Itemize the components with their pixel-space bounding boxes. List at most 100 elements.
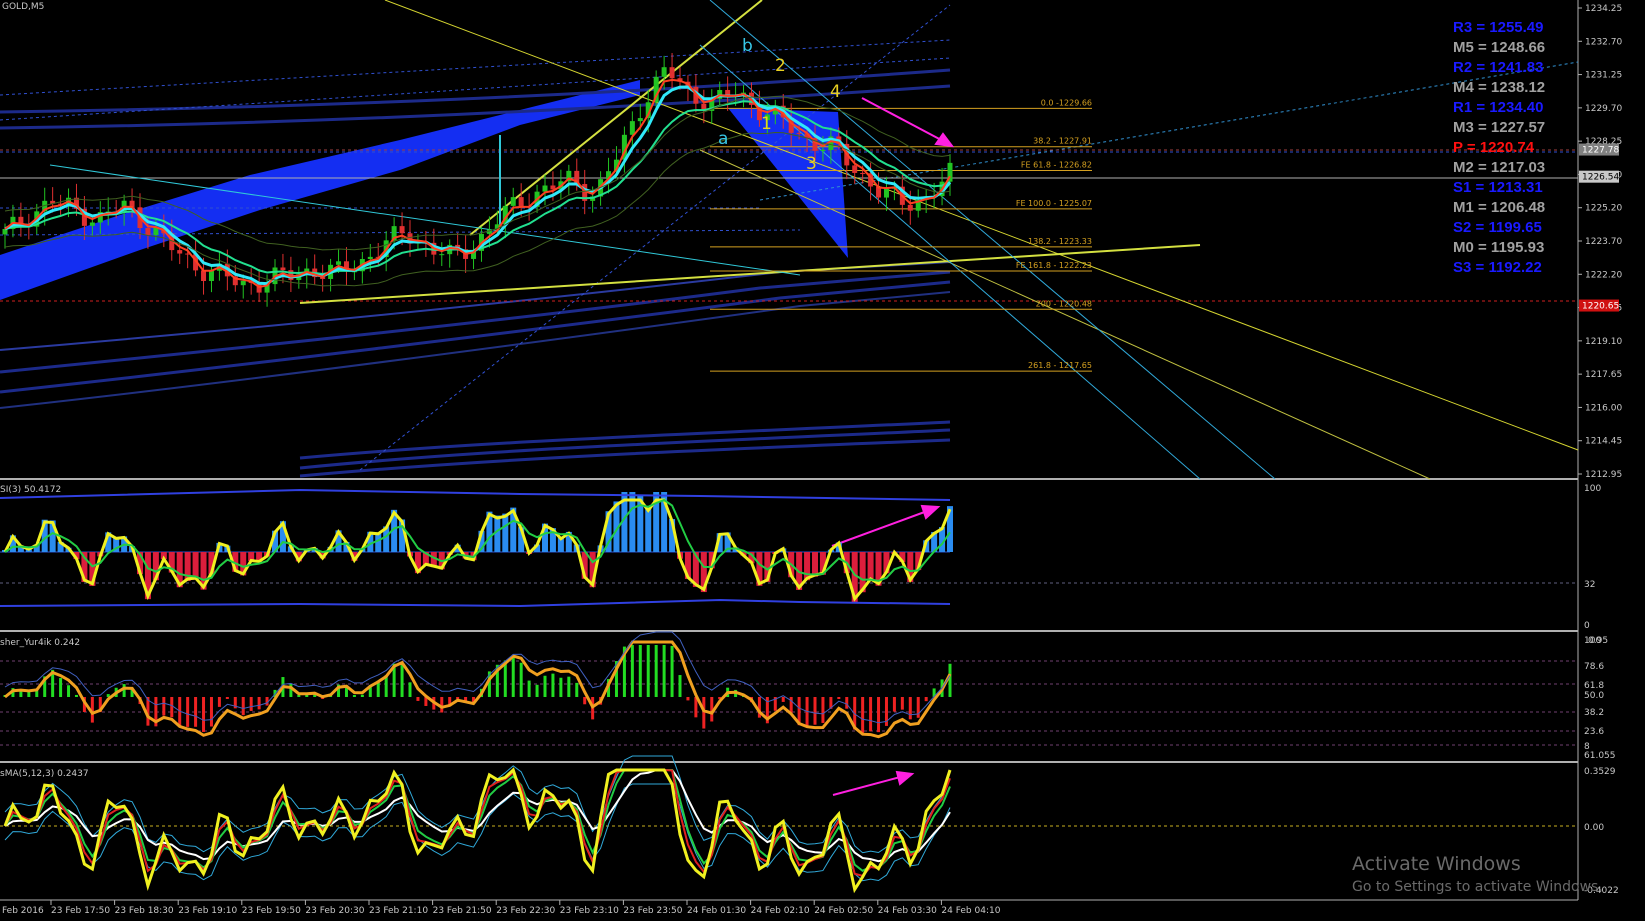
- fisher-bar: [845, 697, 849, 709]
- fib-label: 261.8 - 1217.65: [1028, 361, 1092, 370]
- osma-level-zero: 0.00: [1584, 823, 1604, 833]
- candle-body: [177, 250, 183, 254]
- pivot-level: S1 = 1213.31: [1453, 179, 1543, 196]
- time-axis-label: 23 Feb 19:10: [178, 906, 237, 916]
- fisher-bar: [908, 697, 912, 720]
- price-axis-label: 1231.25: [1585, 71, 1622, 81]
- fisher-bar: [781, 697, 785, 702]
- fisher-bar: [789, 697, 793, 713]
- fisher-level-786: 78.6: [1584, 662, 1604, 672]
- candle-body: [669, 67, 675, 79]
- candle-body: [629, 121, 635, 135]
- fisher-bar: [352, 695, 356, 697]
- activate-windows-subtitle: Go to Settings to activate Windows.: [1352, 879, 1603, 895]
- candle-body: [208, 270, 214, 281]
- fisher-bar: [59, 678, 63, 697]
- fisher-level-095: 0.95: [1588, 636, 1608, 646]
- candle-body: [336, 261, 342, 265]
- fisher-bar: [67, 685, 71, 697]
- price-tag-ask: 1227.78: [1582, 146, 1619, 156]
- fisher-level-61055: 61.055: [1584, 751, 1616, 761]
- time-axis-label: 23 Feb 23:10: [560, 906, 619, 916]
- fib-label: 200 - 1220.48: [1036, 299, 1092, 308]
- pivot-level: R2 = 1241.83: [1453, 59, 1544, 76]
- fib-label: FE 161.8 - 1222.23: [1016, 261, 1092, 270]
- candle-body: [510, 197, 516, 206]
- candle-body: [518, 197, 524, 207]
- fisher-bar: [194, 697, 198, 727]
- pivot-level: M5 = 1248.66: [1453, 39, 1545, 56]
- fisher-bar: [225, 697, 229, 699]
- fisher-bar: [900, 697, 904, 710]
- fisher-level-618: 61.8: [1584, 681, 1604, 691]
- time-axis-label: 23 Feb 18:30: [115, 906, 174, 916]
- time-axis-label: 23 Feb 21:10: [369, 906, 428, 916]
- fisher-bar: [948, 663, 952, 697]
- fisher-bar: [678, 675, 682, 697]
- candle-body: [280, 267, 286, 271]
- time-axis-label: 24 Feb 01:30: [687, 906, 746, 916]
- price-tag-bid: 1226.54: [1582, 173, 1619, 183]
- candle-body: [860, 172, 866, 174]
- fisher-bar: [170, 697, 174, 718]
- fib-label: FE 100.0 - 1225.07: [1016, 199, 1092, 208]
- pivot-level: M1 = 1206.48: [1453, 199, 1545, 216]
- candle-body: [2, 228, 8, 235]
- price-chart[interactable]: 1234.251232.701231.251229.701228.251226.…: [0, 0, 1645, 921]
- price-axis-label: 1219.10: [1585, 337, 1622, 347]
- fisher-bar: [567, 676, 571, 697]
- pivot-level: M0 = 1195.93: [1453, 239, 1544, 256]
- fib-label: 38.2 - 1227.91: [1033, 137, 1092, 146]
- candle-body: [153, 227, 159, 236]
- pivot-level: M2 = 1217.03: [1453, 159, 1545, 176]
- pivot-level: R3 = 1255.49: [1453, 19, 1544, 36]
- fib-label: 0.0 -1229.66: [1041, 98, 1092, 107]
- fisher-bar: [916, 697, 920, 718]
- fisher-bar: [559, 677, 563, 697]
- fisher-bar: [297, 695, 301, 697]
- fisher-bar: [662, 645, 666, 697]
- rsi-level-32: 32: [1584, 580, 1595, 590]
- pivot-level: M4 = 1238.12: [1453, 79, 1545, 96]
- fisher-bar: [305, 695, 309, 697]
- candle-body: [883, 188, 889, 198]
- fisher-level-236: 23.6: [1584, 727, 1604, 737]
- fisher-bar: [527, 680, 531, 697]
- rsi-title: SI(3) 50.4172: [0, 485, 61, 495]
- time-axis-label: Feb 2016: [2, 906, 44, 916]
- time-axis-label: 23 Feb 19:50: [242, 906, 301, 916]
- fisher-bar: [202, 697, 206, 732]
- fisher-title: sher_Yur4ik 0.242: [0, 638, 80, 648]
- candle-body: [852, 165, 858, 173]
- time-axis-label: 23 Feb 23:50: [623, 906, 682, 916]
- fib-label: FE 61.8 - 1226.82: [1021, 161, 1092, 170]
- time-axis-label: 24 Feb 04:10: [941, 906, 1000, 916]
- fisher-bar: [630, 645, 634, 697]
- time-axis-label: 24 Feb 03:30: [878, 906, 937, 916]
- fisher-bar: [186, 697, 190, 727]
- candle-body: [637, 118, 643, 122]
- fisher-bar: [638, 645, 642, 697]
- price-axis-label: 1229.70: [1585, 104, 1622, 114]
- fisher-bar: [869, 697, 873, 732]
- fisher-bar: [551, 673, 555, 697]
- fisher-bar: [646, 645, 650, 697]
- price-axis-label: 1223.70: [1585, 237, 1622, 247]
- fisher-bar: [74, 694, 78, 697]
- fisher-bar: [837, 697, 841, 699]
- time-axis-label: 23 Feb 22:30: [496, 906, 555, 916]
- fisher-bar: [511, 655, 515, 697]
- wave-label-b: b: [742, 36, 753, 56]
- time-axis-label: 23 Feb 20:30: [305, 906, 364, 916]
- fisher-bar: [861, 697, 865, 735]
- price-axis-label: 1212.95: [1585, 470, 1622, 480]
- wave-label-3: 3: [806, 154, 817, 174]
- time-axis-label: 23 Feb 17:50: [51, 906, 110, 916]
- price-axis-label: 1214.45: [1585, 437, 1622, 447]
- candle-body: [145, 228, 151, 236]
- fisher-bar: [122, 684, 126, 697]
- fisher-level-50: 50.0: [1584, 691, 1604, 701]
- fisher-bar: [877, 697, 881, 733]
- fisher-bar: [543, 675, 547, 697]
- fisher-bar: [670, 645, 674, 697]
